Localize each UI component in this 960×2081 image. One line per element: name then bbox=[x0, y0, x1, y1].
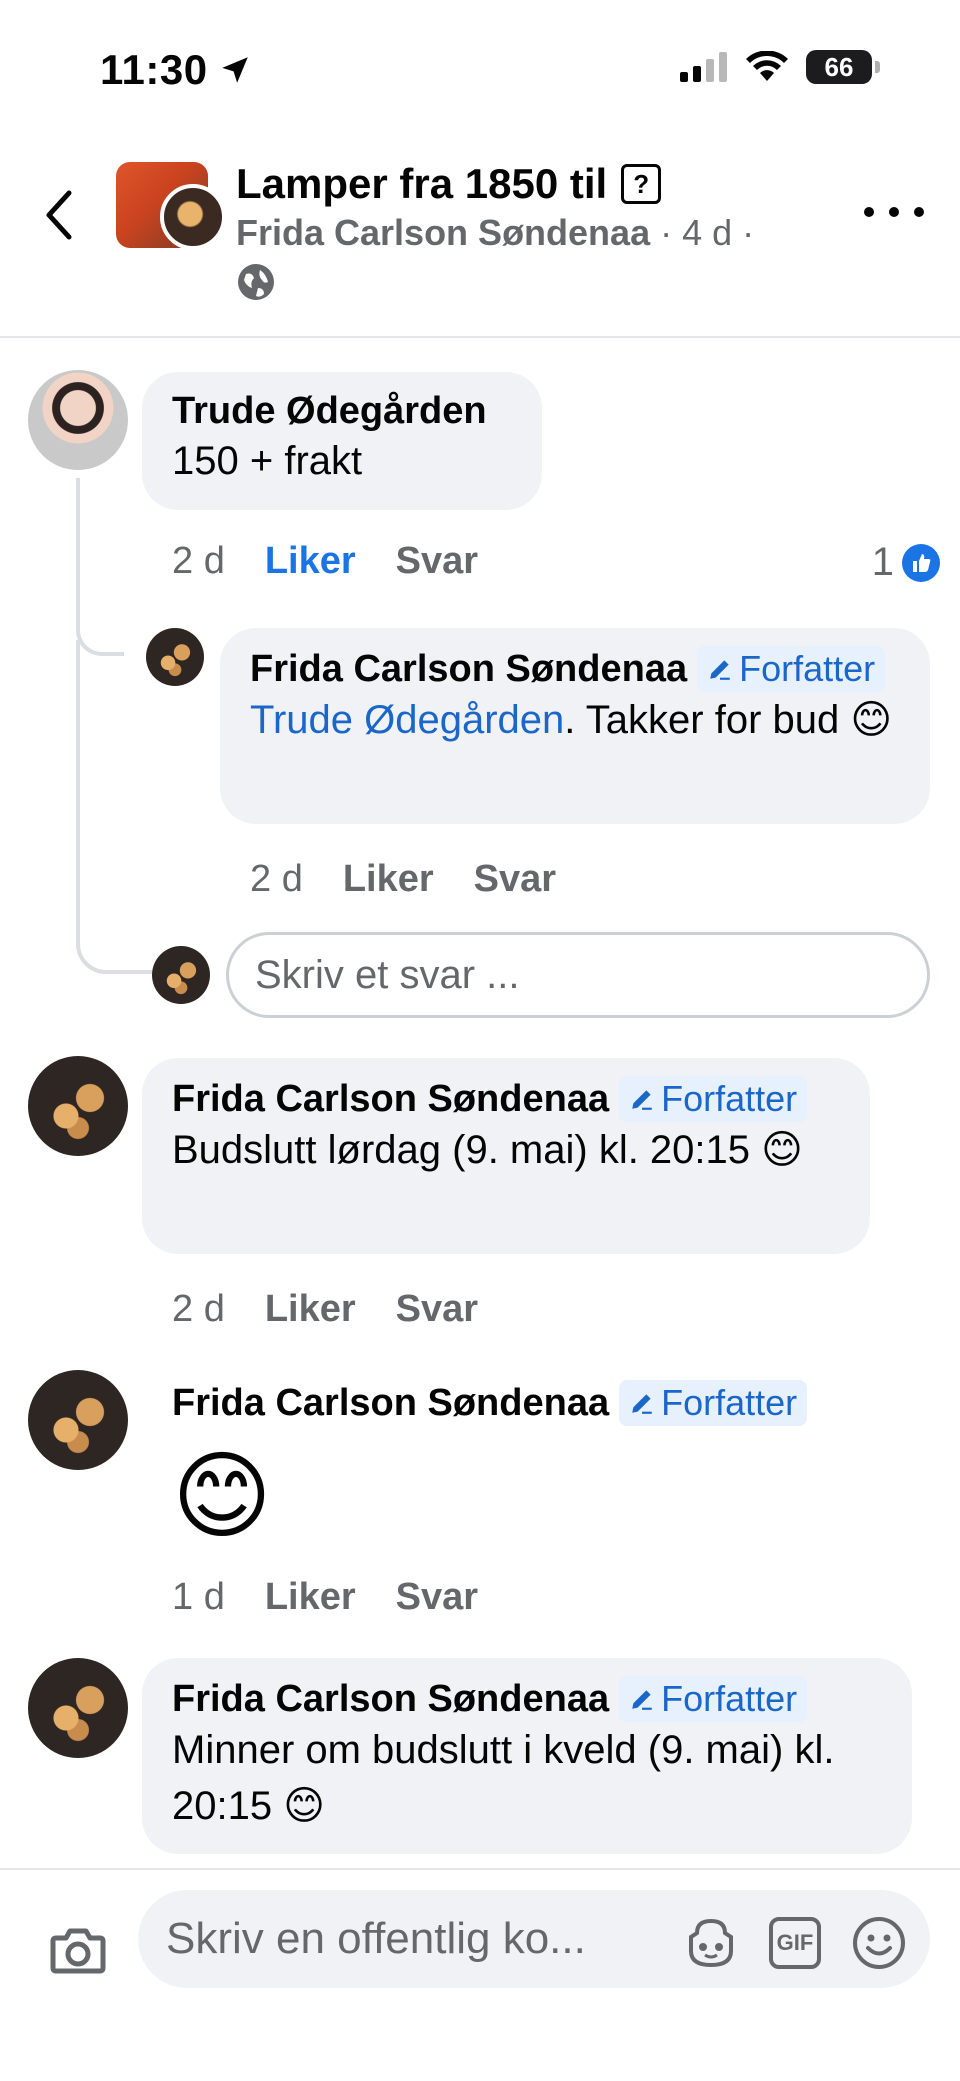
more-options-button[interactable] bbox=[864, 192, 924, 232]
author-badge: Forfatter bbox=[619, 1676, 808, 1722]
thread-connector bbox=[76, 478, 124, 656]
reply-author-row: Frida Carlson Søndenaa Forfatter bbox=[250, 646, 900, 692]
reply-button[interactable]: Svar bbox=[396, 540, 478, 583]
comment-author[interactable]: Frida Carlson Søndenaa bbox=[172, 1078, 609, 1121]
avatar[interactable] bbox=[146, 628, 204, 686]
comment-author-row: Frida Carlson Søndenaa Forfatter bbox=[172, 1380, 808, 1426]
emoji-comment: 😊 bbox=[172, 1443, 273, 1550]
author-badge: Forfatter bbox=[697, 646, 886, 692]
avatar[interactable] bbox=[28, 1658, 128, 1758]
post-meta: · 4 d · bbox=[650, 212, 755, 253]
author-badge-label: Forfatter bbox=[661, 1678, 798, 1719]
post-header: Lamper fra 1850 til ? Frida Carlson Sønd… bbox=[0, 140, 960, 338]
unknown-glyph-icon: ? bbox=[621, 164, 662, 204]
globe-icon bbox=[238, 264, 274, 300]
location-arrow-icon bbox=[221, 57, 248, 83]
composer-icons: GIF bbox=[682, 1914, 908, 1972]
comment-time[interactable]: 2 d bbox=[172, 1288, 225, 1331]
comment-author[interactable]: Trude Ødegården bbox=[172, 390, 512, 433]
post-author[interactable]: Frida Carlson Søndenaa bbox=[236, 212, 650, 253]
avatar[interactable] bbox=[28, 1370, 128, 1470]
chevron-left-icon bbox=[46, 190, 72, 240]
pencil-icon bbox=[710, 660, 730, 680]
pencil-icon bbox=[632, 1690, 652, 1710]
reaction-count[interactable]: 1 bbox=[872, 540, 940, 585]
reply-actions: 2 d Liker Svar bbox=[250, 858, 556, 901]
comment-text: Minner om budslutt i kveld (9. mai) kl. … bbox=[172, 1728, 835, 1828]
post-title: Lamper fra 1850 til ? bbox=[236, 160, 662, 208]
reply-input[interactable]: Skriv et svar ... bbox=[226, 932, 930, 1018]
my-avatar bbox=[152, 946, 210, 1004]
avatar[interactable] bbox=[28, 370, 128, 470]
status-indicators: 66 bbox=[680, 50, 880, 84]
dot bbox=[889, 207, 899, 217]
author-avatar[interactable] bbox=[160, 184, 226, 250]
author-badge-label: Forfatter bbox=[661, 1382, 798, 1423]
comment-bubble[interactable]: Trude Ødegården 150 + frakt bbox=[142, 372, 542, 510]
like-button[interactable]: Liker bbox=[265, 1576, 356, 1619]
author-badge: Forfatter bbox=[619, 1380, 808, 1426]
comment-author[interactable]: Frida Carlson Søndenaa bbox=[172, 1678, 609, 1721]
comment-author[interactable]: Frida Carlson Søndenaa bbox=[172, 1382, 609, 1425]
reply-button[interactable]: Svar bbox=[396, 1288, 478, 1331]
emoji-button[interactable] bbox=[850, 1914, 908, 1972]
signal-icon bbox=[680, 52, 727, 82]
battery-level: 66 bbox=[824, 51, 854, 82]
reaction-number: 1 bbox=[871, 540, 894, 584]
reply-text-body: . Takker for bud 😊 bbox=[564, 698, 893, 742]
author-badge: Forfatter bbox=[619, 1076, 808, 1122]
clock: 11:30 bbox=[100, 46, 208, 93]
gif-icon: GIF bbox=[769, 1917, 821, 1969]
gif-button[interactable]: GIF bbox=[766, 1914, 824, 1972]
reply-author[interactable]: Frida Carlson Søndenaa bbox=[250, 648, 687, 691]
dot bbox=[914, 207, 924, 217]
reply-button[interactable]: Svar bbox=[474, 858, 556, 901]
comment-author-row: Frida Carlson Søndenaa Forfatter bbox=[172, 1676, 882, 1722]
comment-text: 150 + frakt bbox=[172, 439, 363, 483]
smiley-icon bbox=[853, 1917, 905, 1969]
status-time: 11:30 bbox=[100, 46, 252, 94]
like-button[interactable]: Liker bbox=[343, 858, 434, 901]
author-badge-label: Forfatter bbox=[739, 648, 876, 689]
comment-time[interactable]: 2 d bbox=[172, 540, 225, 583]
comment-bubble[interactable]: Frida Carlson Søndenaa Forfatter Budslut… bbox=[142, 1058, 870, 1254]
reply-input-placeholder: Skriv et svar ... bbox=[255, 952, 520, 997]
comment-actions: 2 d Liker Svar bbox=[172, 1288, 478, 1331]
author-badge-label: Forfatter bbox=[661, 1078, 798, 1119]
camera-icon[interactable] bbox=[48, 1920, 108, 1980]
comment-actions: 2 d Liker Svar bbox=[172, 540, 478, 583]
pencil-icon bbox=[632, 1394, 652, 1414]
post-title-text: Lamper fra 1850 til bbox=[236, 160, 608, 207]
back-button[interactable] bbox=[36, 180, 80, 250]
reply-button[interactable]: Svar bbox=[396, 1576, 478, 1619]
reply-text: Trude Ødegården. Takker for bud 😊 bbox=[250, 692, 900, 748]
reply-time[interactable]: 2 d bbox=[250, 858, 303, 901]
dot bbox=[864, 207, 874, 217]
comment-actions: 1 d Liker Svar bbox=[172, 1576, 478, 1619]
like-button[interactable]: Liker bbox=[265, 1288, 356, 1331]
reply-bubble[interactable]: Frida Carlson Søndenaa Forfatter Trude Ø… bbox=[220, 628, 930, 824]
post-subtitle: Frida Carlson Søndenaa · 4 d · bbox=[236, 212, 754, 254]
comment-time[interactable]: 1 d bbox=[172, 1576, 225, 1619]
comment-bubble[interactable]: Frida Carlson Søndenaa Forfatter Minner … bbox=[142, 1658, 912, 1854]
like-button[interactable]: Liker bbox=[265, 540, 356, 583]
status-bar: 11:30 66 bbox=[0, 0, 960, 140]
comment-text: Budslutt lørdag (9. mai) kl. 20:15 😊 bbox=[172, 1128, 803, 1172]
avatar[interactable] bbox=[28, 1056, 128, 1156]
wifi-icon bbox=[746, 51, 788, 81]
comment-author-row: Frida Carlson Søndenaa Forfatter bbox=[172, 1076, 840, 1122]
pencil-icon bbox=[632, 1090, 652, 1110]
battery-indicator: 66 bbox=[806, 50, 880, 84]
avatar-sticker-icon[interactable] bbox=[682, 1914, 740, 1972]
comment-input-placeholder: Skriv en offentlig ko... bbox=[166, 1914, 586, 1963]
thread-connector bbox=[76, 640, 152, 974]
comment-composer: Skriv en offentlig ko... GIF bbox=[0, 1868, 960, 2081]
thumbs-up-icon bbox=[902, 543, 940, 582]
mention-link[interactable]: Trude Ødegården bbox=[250, 698, 564, 742]
